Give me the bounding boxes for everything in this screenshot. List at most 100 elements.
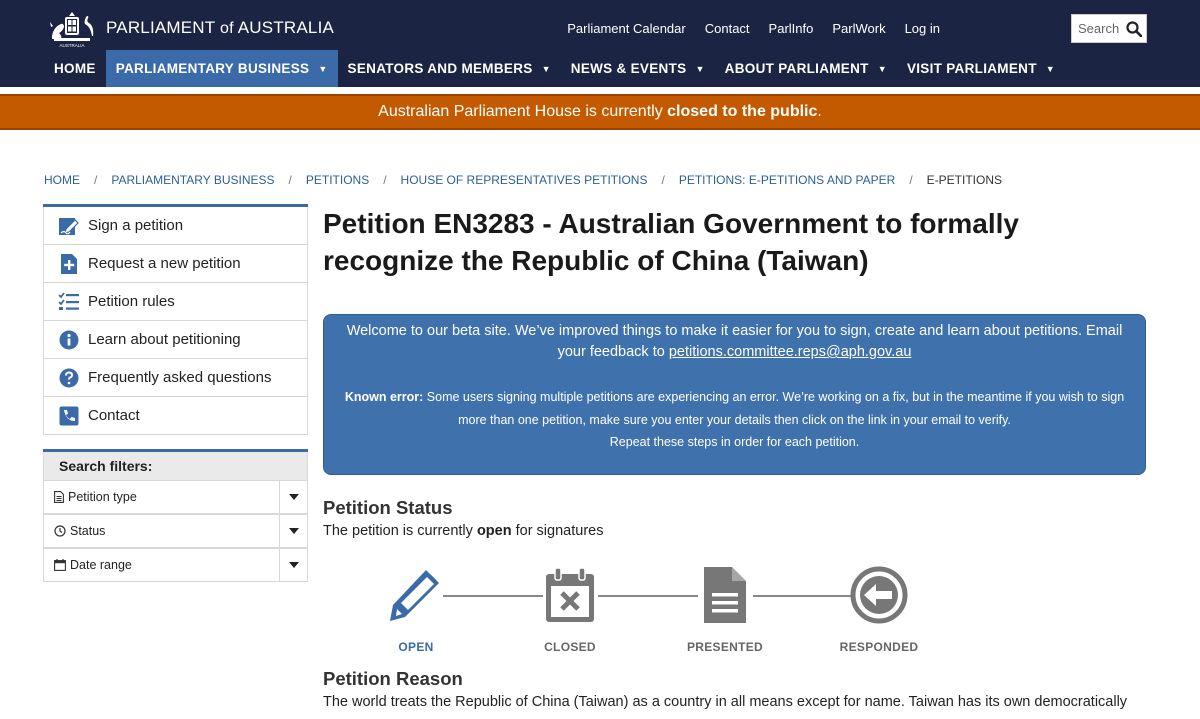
- sidebar-item-learn-petitioning[interactable]: Learn about petitioning: [43, 321, 308, 359]
- checklist-icon: [58, 291, 80, 313]
- search-icon[interactable]: [1124, 19, 1144, 39]
- nav-senators-and-members-label: SENATORS AND MEMBERS: [347, 61, 533, 76]
- new-document-icon: [58, 253, 80, 275]
- known-error-notice: Known error: Some users signing multiple…: [324, 363, 1145, 454]
- nav-about-parliament[interactable]: ABOUT PARLIAMENT ▼: [715, 50, 897, 87]
- coat-of-arms-icon: AUSTRALIA: [50, 12, 94, 48]
- breadcrumb-petitions[interactable]: PETITIONS: [306, 173, 369, 187]
- petition-sidebar: Sign a petition Request a new petition P…: [43, 204, 308, 435]
- utility-link-parliament-calendar[interactable]: Parliament Calendar: [567, 21, 686, 36]
- sidebar-item-label: Learn about petitioning: [88, 331, 241, 348]
- timeline-step-open: OPEN: [366, 560, 466, 654]
- nav-home[interactable]: HOME: [44, 50, 106, 87]
- chevron-down-icon[interactable]: [279, 481, 307, 513]
- chevron-down-icon: ▼: [877, 63, 887, 74]
- status-value: open: [476, 523, 512, 539]
- petition-reason-heading: Petition Reason: [323, 668, 463, 689]
- chevron-down-icon[interactable]: [279, 515, 307, 547]
- nav-visit-parliament-label: VISIT PARLIAMENT: [906, 61, 1037, 76]
- filter-label: Date range: [70, 558, 132, 572]
- breadcrumb-epetitions-and-paper[interactable]: PETITIONS: E-PETITIONS AND PAPER: [679, 173, 895, 187]
- site-title-part-1: PARLIAMENT: [106, 18, 216, 37]
- nav-parliamentary-business-label: PARLIAMENTARY BUSINESS: [115, 61, 310, 76]
- phone-icon: [58, 405, 80, 427]
- timeline-step-responded: RESPONDED: [829, 560, 929, 654]
- timeline-step-closed: CLOSED: [520, 560, 620, 654]
- filter-petition-type[interactable]: Petition type: [43, 480, 308, 514]
- petition-status-text: The petition is currently open for signa…: [323, 523, 603, 539]
- sign-petition-icon: [58, 215, 80, 237]
- site-title: PARLIAMENT of AUSTRALIA: [106, 18, 334, 38]
- nav-senators-and-members[interactable]: SENATORS AND MEMBERS ▼: [338, 50, 561, 87]
- chevron-down-icon: ▼: [695, 63, 705, 74]
- breadcrumb-house-petitions[interactable]: HOUSE OF REPRESENTATIVES PETITIONS: [401, 173, 648, 187]
- utility-link-contact[interactable]: Contact: [705, 21, 750, 36]
- document-icon: [690, 560, 760, 630]
- filter-status[interactable]: Status: [43, 514, 308, 548]
- petition-status-timeline: OPEN CLOSED PRESENTED RESPONDED: [360, 560, 940, 660]
- utility-link-parlwork[interactable]: ParlWork: [832, 21, 885, 36]
- known-error-label: Known error:: [344, 390, 424, 404]
- beta-notice: Welcome to our beta site. We’ve improved…: [323, 314, 1146, 475]
- sidebar-item-label: Sign a petition: [88, 217, 184, 234]
- sidebar-item-request-petition[interactable]: Request a new petition: [43, 245, 308, 283]
- pencil-icon: [381, 560, 451, 630]
- clock-icon: [54, 525, 66, 537]
- filter-date-range[interactable]: Date range: [43, 548, 308, 582]
- chevron-down-icon[interactable]: [279, 549, 307, 581]
- main-nav: HOME PARLIAMENTARY BUSINESS ▼ SENATORS AN…: [44, 50, 1065, 87]
- document-icon: [54, 491, 64, 503]
- page-title: Petition EN3283 - Australian Government …: [323, 208, 1020, 276]
- site-header: AUSTRALIA PARLIAMENT of AUSTRALIA Parlia…: [0, 0, 1200, 87]
- sidebar-item-faq[interactable]: Frequently asked questions: [43, 359, 308, 397]
- alert-prefix: Australian Parliament House is currently: [378, 103, 668, 120]
- timeline-step-presented: PRESENTED: [675, 560, 775, 654]
- sidebar-item-label: Frequently asked questions: [88, 369, 272, 386]
- nav-parliamentary-business[interactable]: PARLIAMENTARY BUSINESS ▼: [105, 50, 338, 87]
- sidebar-item-label: Petition rules: [88, 293, 175, 310]
- breadcrumb: HOME / PARLIAMENTARY BUSINESS / PETITION…: [44, 173, 1002, 187]
- timeline-step-label: CLOSED: [544, 640, 596, 654]
- beta-message: Welcome to our beta site. We’ve improved…: [324, 315, 1145, 363]
- nav-home-label: HOME: [54, 61, 96, 76]
- breadcrumb-current: E-PETITIONS: [926, 173, 1002, 187]
- breadcrumb-separator: /: [288, 173, 292, 187]
- filter-label: Status: [70, 524, 106, 538]
- closure-alert-banner: Australian Parliament House is currently…: [0, 94, 1200, 130]
- sidebar-item-petition-rules[interactable]: Petition rules: [43, 283, 308, 321]
- known-error-repeat: Repeat these steps in order for each pet…: [609, 435, 860, 449]
- alert-emphasis: closed to the public: [667, 103, 818, 120]
- alert-suffix: .: [817, 103, 822, 120]
- sidebar-item-contact[interactable]: Contact: [43, 397, 308, 435]
- nav-news-events-label: NEWS & EVENTS: [570, 61, 687, 76]
- timeline-step-label: OPEN: [398, 640, 434, 654]
- site-title-part-2: AUSTRALIA: [237, 18, 335, 37]
- nav-news-events[interactable]: NEWS & EVENTS ▼: [561, 50, 715, 87]
- breadcrumb-separator: /: [909, 173, 913, 187]
- breadcrumb-separator: /: [383, 173, 387, 187]
- search-filters: Search filters: Petition type Status Dat…: [43, 449, 308, 582]
- timeline-step-label: PRESENTED: [686, 640, 764, 654]
- breadcrumb-home[interactable]: HOME: [44, 173, 80, 187]
- feedback-email-link[interactable]: petitions.committee.reps@aph.gov.au: [669, 344, 912, 360]
- breadcrumb-parliamentary-business[interactable]: PARLIAMENTARY BUSINESS: [111, 173, 274, 187]
- search-input[interactable]: [1078, 21, 1124, 36]
- sidebar-item-sign-petition[interactable]: Sign a petition: [43, 207, 308, 245]
- utility-link-parlinfo[interactable]: ParlInfo: [769, 21, 814, 36]
- filter-label: Petition type: [68, 490, 137, 504]
- calendar-icon: [54, 559, 66, 571]
- breadcrumb-separator: /: [661, 173, 665, 187]
- info-icon: [58, 329, 80, 351]
- chevron-down-icon: ▼: [1045, 63, 1055, 74]
- chevron-down-icon: ▼: [318, 63, 328, 74]
- site-title-of: of: [220, 20, 234, 37]
- petition-status-heading: Petition Status: [323, 497, 453, 518]
- site-logo[interactable]: AUSTRALIA PARLIAMENT of AUSTRALIA: [44, 8, 334, 48]
- utility-nav: Parliament Calendar Contact ParlInfo Par…: [567, 21, 940, 36]
- nav-visit-parliament[interactable]: VISIT PARLIAMENT ▼: [897, 50, 1065, 87]
- nav-about-parliament-label: ABOUT PARLIAMENT: [724, 61, 869, 76]
- utility-link-login[interactable]: Log in: [905, 21, 940, 36]
- question-icon: [58, 367, 80, 389]
- calendar-x-icon: [535, 560, 605, 630]
- timeline-step-label: RESPONDED: [839, 640, 919, 654]
